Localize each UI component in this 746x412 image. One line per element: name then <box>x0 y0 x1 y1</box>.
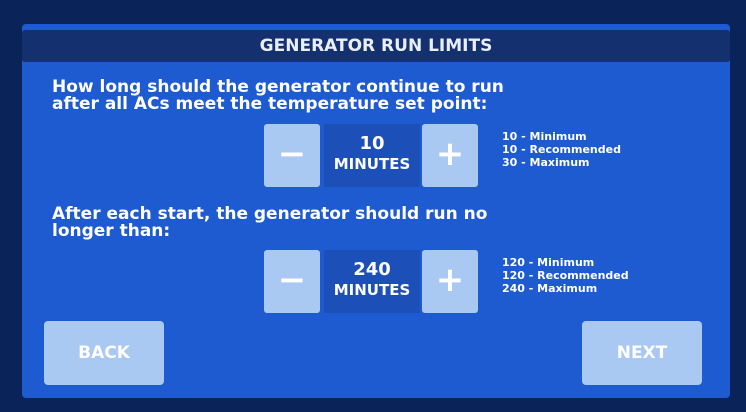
run-after-setpoint-limits: 10 - Minimum 10 - Recommended 30 - Maxim… <box>502 130 621 169</box>
value-number: 240 <box>353 259 391 280</box>
max-run-value: 240 MINUTES <box>324 250 420 313</box>
value-number: 10 <box>359 133 385 154</box>
max-run-limits: 120 - Minimum 120 - Recommended 240 - Ma… <box>502 256 629 295</box>
increase-max-run-button[interactable]: + <box>422 250 478 313</box>
minus-icon: − <box>277 260 307 300</box>
next-button[interactable]: NEXT <box>582 321 702 385</box>
increase-run-after-setpoint-button[interactable]: + <box>422 124 478 187</box>
decrease-max-run-button[interactable]: − <box>264 250 320 313</box>
plus-icon: + <box>435 134 465 174</box>
limit-minimum: 10 - Minimum <box>502 130 587 143</box>
run-after-setpoint-question: How long should the generator continue t… <box>52 79 504 113</box>
limit-recommended: 10 - Recommended <box>502 143 621 156</box>
limit-maximum: 240 - Maximum <box>502 282 598 295</box>
minus-icon: − <box>277 134 307 174</box>
max-run-per-start-question: After each start, the generator should r… <box>52 206 487 240</box>
value-unit: MINUTES <box>333 281 411 299</box>
back-button[interactable]: BACK <box>44 321 164 385</box>
question-line: longer than: <box>52 221 171 241</box>
plus-icon: + <box>435 260 465 300</box>
device-bezel: GENERATOR RUN LIMITS How long should the… <box>0 0 746 412</box>
run-after-setpoint-value: 10 MINUTES <box>324 124 420 187</box>
decrease-run-after-setpoint-button[interactable]: − <box>264 124 320 187</box>
page-title: GENERATOR RUN LIMITS <box>22 30 730 62</box>
question-line: after all ACs meet the temperature set p… <box>52 94 488 114</box>
limit-minimum: 120 - Minimum <box>502 256 595 269</box>
touch-screen: GENERATOR RUN LIMITS How long should the… <box>22 24 730 398</box>
value-unit: MINUTES <box>333 155 411 173</box>
limit-maximum: 30 - Maximum <box>502 156 590 169</box>
limit-recommended: 120 - Recommended <box>502 269 629 282</box>
